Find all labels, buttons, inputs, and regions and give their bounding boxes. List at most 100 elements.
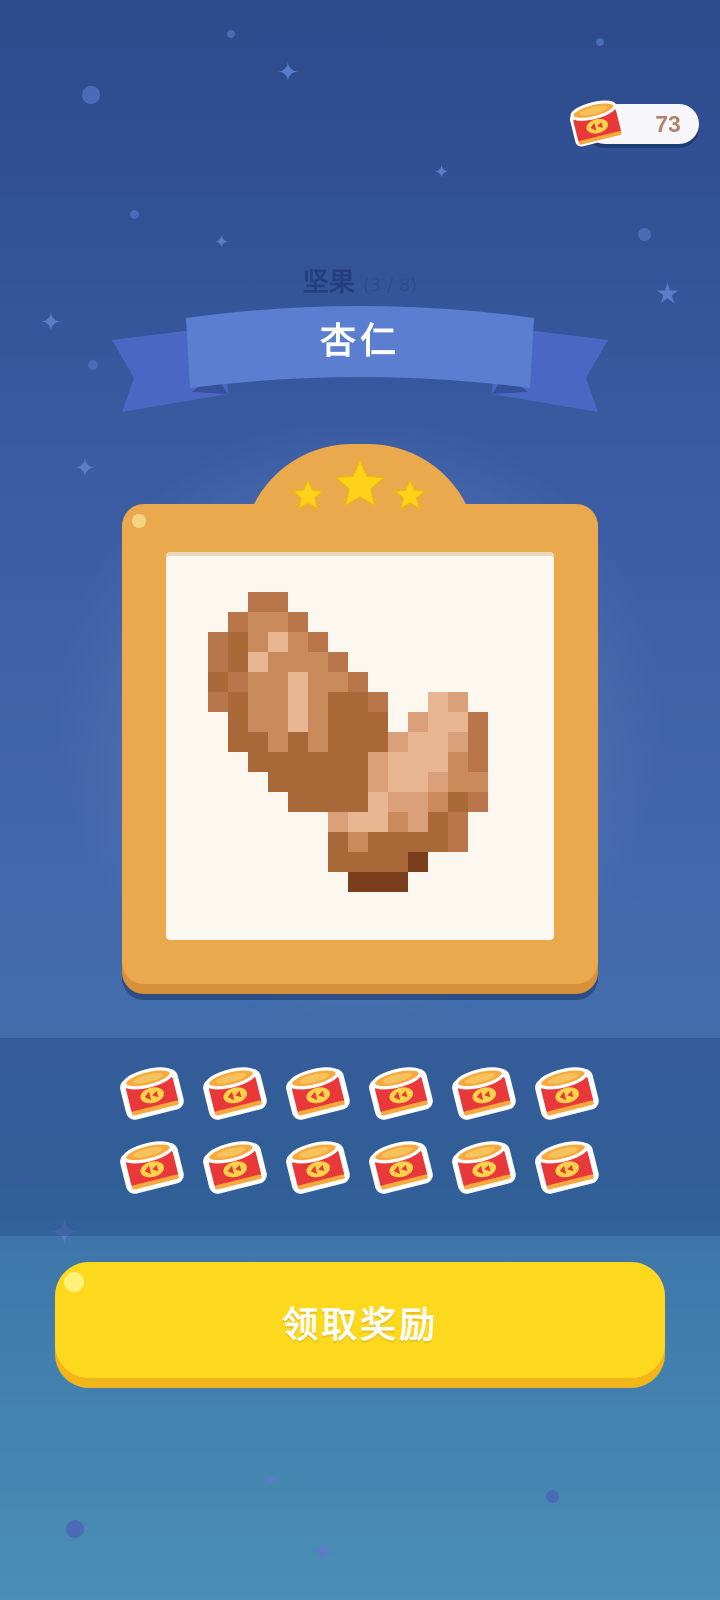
sparkle-icon: ✦ xyxy=(277,58,299,88)
pixel xyxy=(408,752,428,772)
pixel xyxy=(348,772,368,792)
sparkle-dot xyxy=(66,1520,84,1538)
category-header: 坚果 (3 / 8) xyxy=(0,262,720,299)
pixel xyxy=(228,652,248,672)
pixel xyxy=(328,652,348,672)
collection-progress: (3 / 8) xyxy=(362,275,418,296)
pixel xyxy=(408,852,428,872)
pixel xyxy=(308,752,328,772)
pixel xyxy=(208,632,228,652)
pixel xyxy=(268,652,288,672)
pixel xyxy=(388,872,408,892)
sparkle-icon: ✦ xyxy=(262,1468,279,1492)
pixel xyxy=(388,792,408,812)
pixel xyxy=(228,732,248,752)
pixel xyxy=(428,732,448,752)
pixel xyxy=(348,812,368,832)
pixel xyxy=(328,812,348,832)
pixel xyxy=(288,752,308,772)
pixel xyxy=(268,672,288,692)
cat-food-can-icon xyxy=(450,1062,520,1130)
pixel xyxy=(328,672,348,692)
pixel xyxy=(448,772,468,792)
pixel xyxy=(328,852,348,872)
pixel xyxy=(248,652,268,672)
sparkle-dot xyxy=(227,30,235,38)
star-icon xyxy=(334,458,386,508)
pixel xyxy=(408,732,428,752)
category-name: 坚果 xyxy=(302,268,355,298)
item-title: 杏仁 xyxy=(319,321,400,362)
artwork-canvas xyxy=(166,552,554,940)
cat-food-can-icon xyxy=(367,1136,437,1204)
pixel xyxy=(408,832,428,852)
claim-reward-label: 领取奖励 xyxy=(281,1305,438,1346)
pixel xyxy=(368,692,388,712)
pixel xyxy=(428,812,448,832)
pixel xyxy=(368,712,388,732)
pixel xyxy=(428,792,448,812)
pixel xyxy=(328,712,348,732)
pixel xyxy=(368,832,388,852)
sparkle-dot xyxy=(130,210,139,219)
pixel xyxy=(288,612,308,632)
pixel xyxy=(248,632,268,652)
pixel xyxy=(468,712,488,732)
pixel xyxy=(248,732,268,752)
pixel xyxy=(388,832,408,852)
pixel xyxy=(288,732,308,752)
star-icon xyxy=(393,478,427,511)
pixel xyxy=(288,652,308,672)
pixel xyxy=(348,712,368,732)
pixel xyxy=(248,752,268,772)
almond-pixel-art xyxy=(208,592,488,892)
pixel xyxy=(388,812,408,832)
pixel xyxy=(208,672,228,692)
pixel xyxy=(368,772,388,792)
pixel xyxy=(408,812,428,832)
frame-highlight xyxy=(132,514,146,528)
pixel xyxy=(448,692,468,712)
pixel xyxy=(308,672,328,692)
pixel xyxy=(368,852,388,872)
button-highlight xyxy=(64,1272,84,1292)
cat-food-can-icon xyxy=(569,100,625,147)
pixel xyxy=(388,772,408,792)
pixel xyxy=(448,752,468,772)
pixel xyxy=(448,732,468,752)
pixel xyxy=(288,692,308,712)
pixel xyxy=(428,712,448,732)
pixel xyxy=(468,772,488,792)
currency-count: 73 xyxy=(655,111,681,137)
pixel xyxy=(408,772,428,792)
pixel xyxy=(308,652,328,672)
pixel xyxy=(388,732,408,752)
pixel xyxy=(348,872,368,892)
cat-food-can-icon xyxy=(284,1062,354,1130)
pixel xyxy=(368,872,388,892)
star-rating xyxy=(291,458,427,511)
pixel xyxy=(268,692,288,712)
sparkle-icon: ✦ xyxy=(434,162,450,183)
pixel xyxy=(448,712,468,732)
pixel xyxy=(248,692,268,712)
pixel xyxy=(328,692,348,712)
pixel xyxy=(328,792,348,812)
pixel xyxy=(248,672,268,692)
pixel xyxy=(348,752,368,772)
pixel xyxy=(268,592,288,612)
pixel xyxy=(328,752,348,772)
sparkle-dot xyxy=(596,38,604,46)
pixel xyxy=(428,772,448,792)
pixel xyxy=(428,692,448,712)
pixel xyxy=(348,672,368,692)
pixel xyxy=(248,592,268,612)
reward-panel xyxy=(0,1038,720,1236)
pixel xyxy=(308,692,328,712)
cat-food-can-icon xyxy=(118,1136,188,1204)
pixel xyxy=(428,832,448,852)
sparkle-icon: ✦ xyxy=(214,232,230,253)
pixel xyxy=(268,772,288,792)
pixel xyxy=(208,692,228,712)
pixel xyxy=(448,812,468,832)
